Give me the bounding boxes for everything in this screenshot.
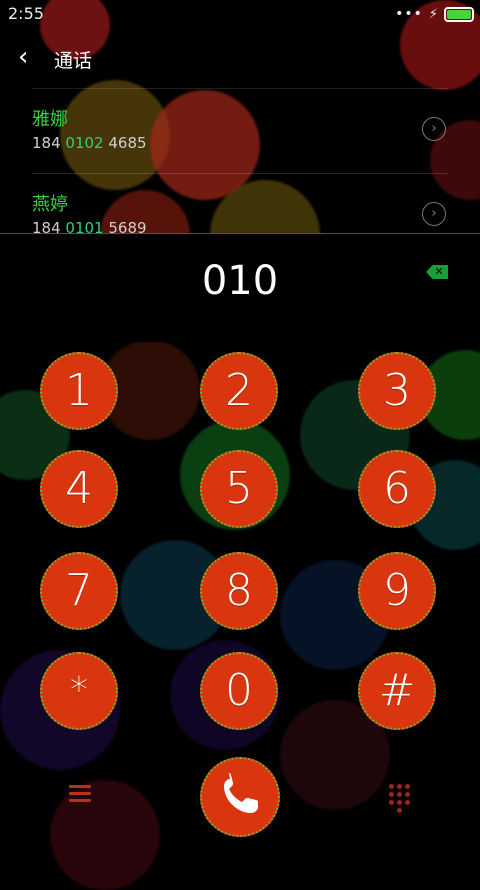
dialpad-toggle-icon[interactable] [389, 784, 411, 813]
dialed-number: 010 [201, 258, 279, 304]
dial-display: 010 ✕ [0, 233, 480, 342]
status-bar: 2:55 ••• ⚡ [0, 0, 480, 28]
list-item[interactable]: 雅娜 184 0102 4685 › [32, 88, 448, 173]
key-7[interactable]: 7 [40, 552, 118, 630]
key-9[interactable]: 9 [358, 552, 436, 630]
status-icons: ••• ⚡ [395, 6, 474, 22]
charging-icon: ⚡ [428, 6, 438, 22]
call-button[interactable] [200, 757, 280, 837]
contact-name: 雅娜 [32, 109, 68, 130]
header: ‹ 通话 [0, 36, 480, 80]
key-5[interactable]: 5 [200, 450, 278, 528]
contact-number: 184 0102 4685 [32, 134, 147, 152]
key-6[interactable]: 6 [358, 450, 436, 528]
key-4[interactable]: 4 [40, 450, 118, 528]
chevron-right-icon[interactable]: › [422, 202, 446, 226]
page-title: 通话 [54, 50, 93, 72]
status-time: 2:55 [8, 4, 44, 23]
key-8[interactable]: 8 [200, 552, 278, 630]
key-star[interactable]: * [40, 652, 118, 730]
back-button[interactable]: ‹ [18, 42, 28, 72]
key-0[interactable]: 0 [200, 652, 278, 730]
more-notifications-icon: ••• [395, 6, 423, 22]
key-hash[interactable]: # [358, 652, 436, 730]
key-1[interactable]: 1 [40, 352, 118, 430]
contact-name: 燕婷 [32, 194, 68, 215]
key-2[interactable]: 2 [200, 352, 278, 430]
chevron-right-icon[interactable]: › [422, 117, 446, 141]
phone-icon [224, 773, 258, 813]
menu-icon[interactable] [69, 785, 91, 803]
battery-icon [444, 6, 474, 22]
key-3[interactable]: 3 [358, 352, 436, 430]
